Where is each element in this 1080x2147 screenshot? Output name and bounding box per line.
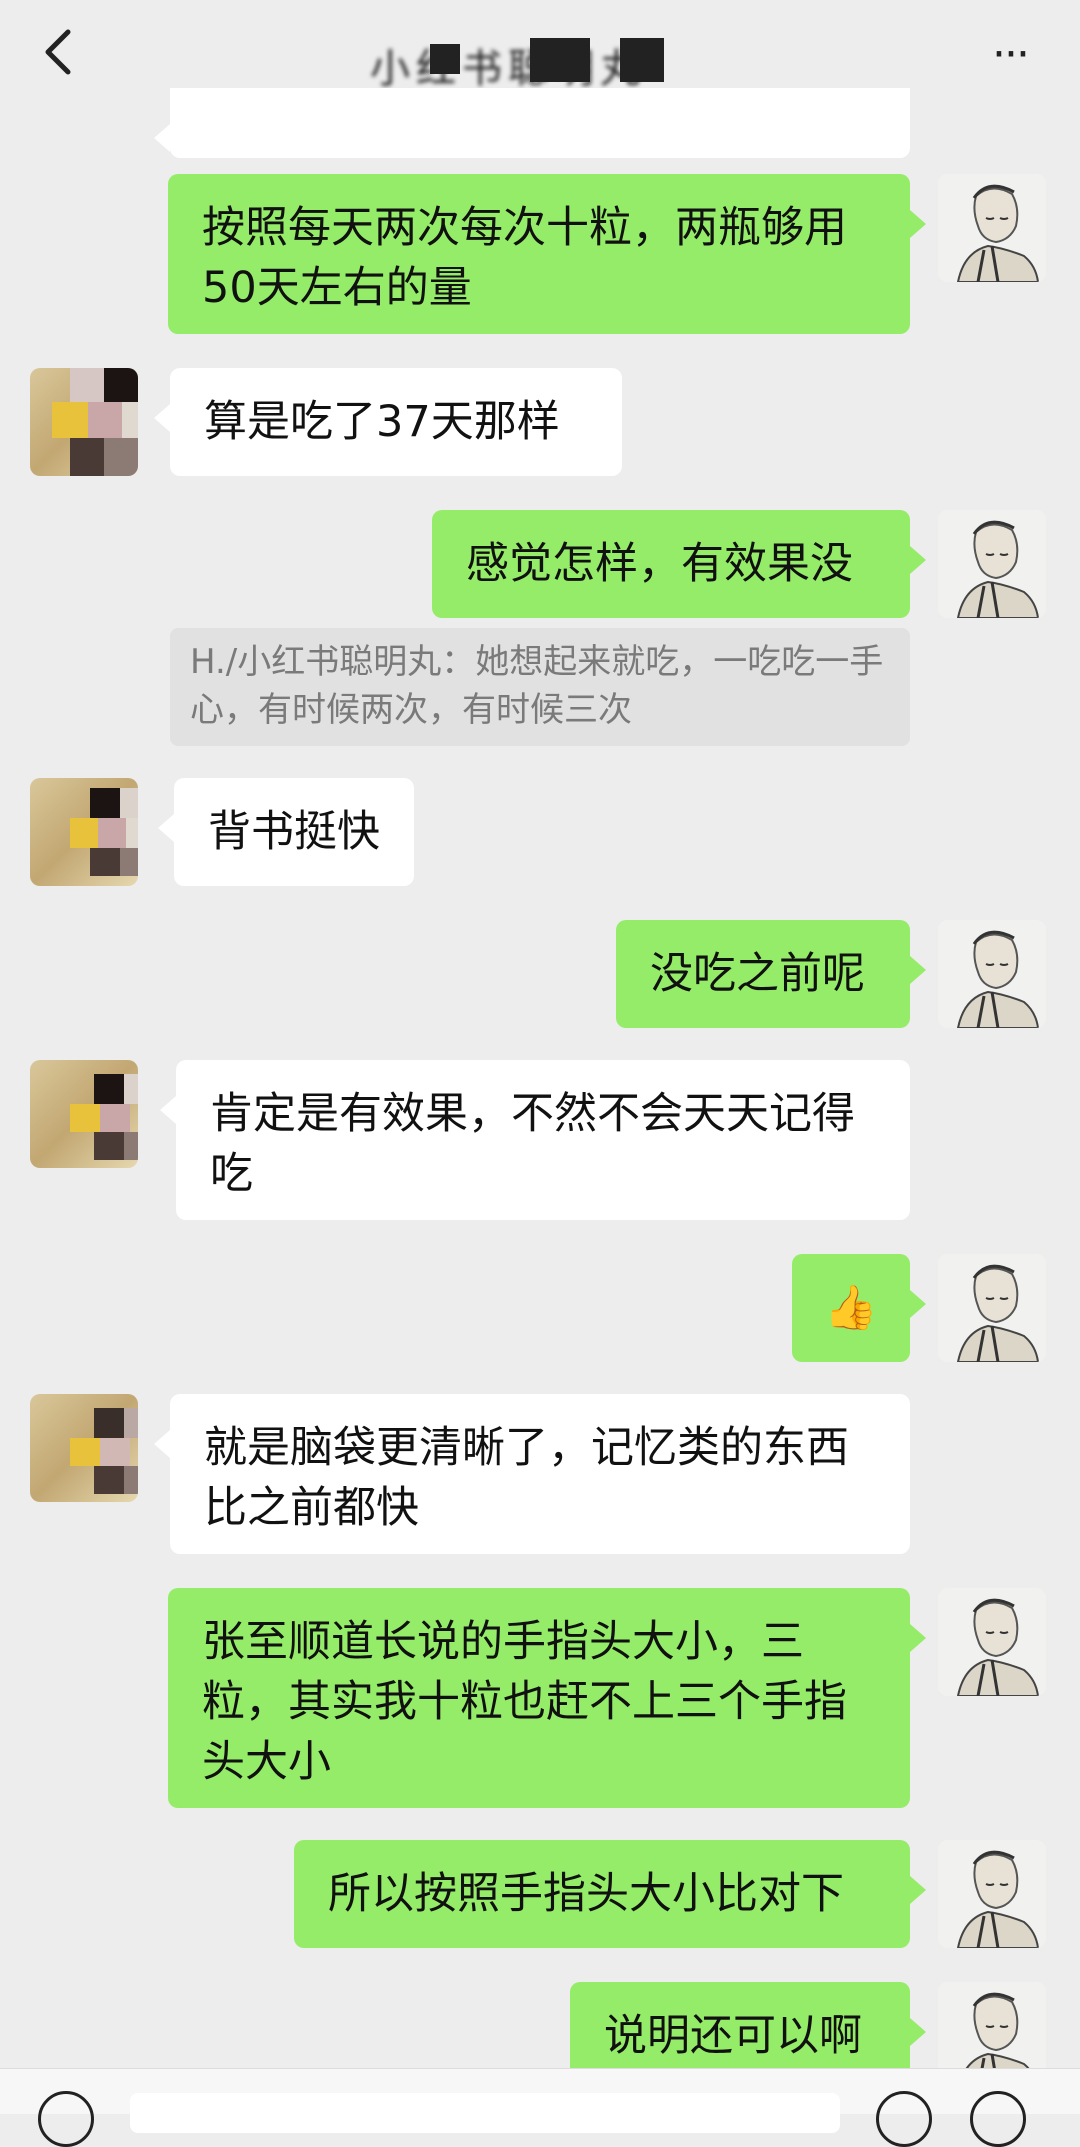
elder-portrait-icon [938,1840,1046,1948]
my-avatar[interactable] [938,510,1046,618]
elder-portrait-icon [938,510,1046,618]
elder-portrait-icon [938,920,1046,1028]
quote-text: H./小红书聪明丸：她想起来就吃，一吃吃一手心，有时候两次，有时候三次 [190,642,884,730]
contact-avatar[interactable] [30,368,138,476]
emoji-button[interactable] [876,2091,932,2147]
thumbs-up-icon: 👍 [824,1283,878,1333]
my-avatar[interactable] [938,1588,1046,1696]
message-text: 说明还可以啊 [604,2011,862,2061]
contact-avatar[interactable] [30,1060,138,1168]
message-text: 算是吃了37天那样 [204,397,560,447]
message-bubble-me[interactable]: 👍 [792,1254,926,1362]
my-avatar[interactable] [938,1254,1046,1362]
message-text: 肯定是有效果，不然不会天天记得吃 [210,1089,855,1199]
input-bar [0,2068,1080,2147]
message-bubble-me[interactable]: 按照每天两次每次十粒，两瓶够用50天左右的量 [168,174,926,334]
elder-portrait-icon [938,1588,1046,1696]
message-bubble-other[interactable]: 就是脑袋更清晰了，记忆类的东西比之前都快 [154,1394,910,1554]
message-input[interactable] [130,2093,840,2133]
message-bubble-me[interactable]: 没吃之前呢 [616,920,926,1028]
message-bubble-other[interactable]: 背书挺快 [158,778,414,886]
more-button[interactable]: ··· [980,30,1040,80]
contact-avatar[interactable] [30,778,138,886]
my-avatar[interactable] [938,1840,1046,1948]
message-text: 背书挺快 [208,807,380,857]
message-bubble-other[interactable]: 肯定是有效果，不然不会天天记得吃 [160,1060,910,1220]
message-text: 所以按照手指头大小比对下 [328,1869,844,1919]
message-text: 按照每天两次每次十粒，两瓶够用50天左右的量 [202,203,847,313]
contact-avatar[interactable] [30,1394,138,1502]
chat-title-text: 小红书聪明丸 [370,46,646,92]
voice-input-button[interactable] [38,2091,94,2147]
quoted-message[interactable]: H./小红书聪明丸：她想起来就吃，一吃吃一手心，有时候两次，有时候三次 [170,628,910,746]
message-text: 没吃之前呢 [650,949,865,999]
message-text: 感觉怎样，有效果没 [466,539,853,589]
elder-portrait-icon [938,1254,1046,1362]
censor-mosaic [620,38,664,82]
my-avatar[interactable] [938,920,1046,1028]
message-bubble-other[interactable]: 算是吃了37天那样 [154,368,622,476]
chat-title: 小红书聪明丸 [330,30,750,92]
censor-mosaic [530,38,590,82]
censor-mosaic [430,44,460,74]
more-actions-button[interactable] [970,2091,1026,2147]
elder-portrait-icon [938,174,1046,282]
message-bubble-me[interactable]: 张至顺道长说的手指头大小，三粒，其实我十粒也赶不上三个手指头大小 [168,1588,926,1808]
message-bubble-clipped[interactable] [154,88,910,158]
my-avatar[interactable] [938,174,1046,282]
message-bubble-me[interactable]: 感觉怎样，有效果没 [432,510,926,618]
message-text: 张至顺道长说的手指头大小，三粒，其实我十粒也赶不上三个手指头大小 [202,1617,847,1787]
chevron-left-icon [45,29,71,75]
back-button[interactable] [34,22,84,82]
message-text: 就是脑袋更清晰了，记忆类的东西比之前都快 [204,1423,849,1533]
chat-messages: 按照每天两次每次十粒，两瓶够用50天左右的量 算是吃了37天那样 感觉怎样，有效… [0,88,1080,2090]
message-bubble-me[interactable]: 所以按照手指头大小比对下 [294,1840,926,1948]
